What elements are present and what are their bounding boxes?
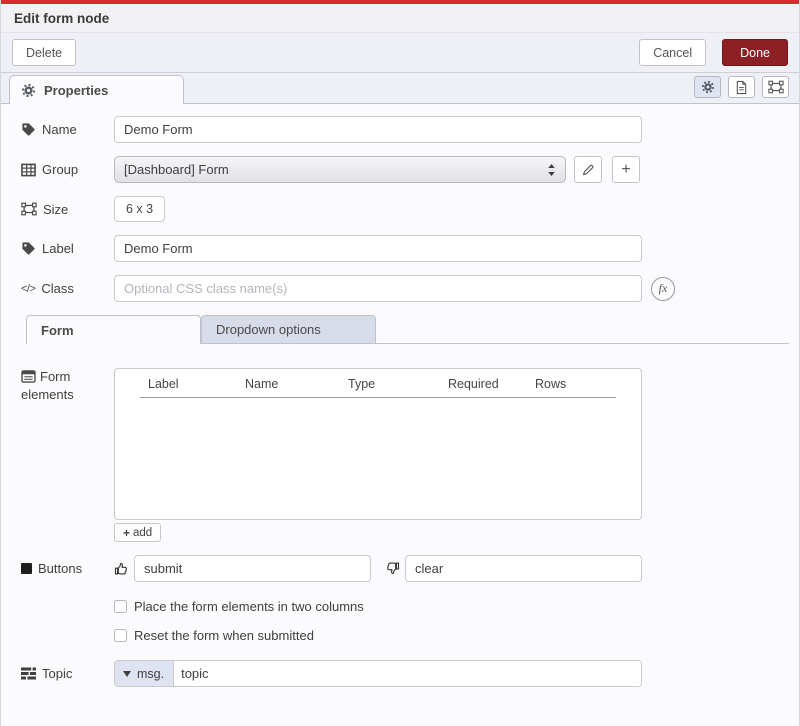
topic-type-button[interactable]: msg. bbox=[115, 661, 174, 686]
dialog-title: Edit form node bbox=[14, 11, 109, 26]
name-label: Name bbox=[21, 122, 114, 137]
form-elements-header: Label Name Type Required Rows bbox=[140, 369, 616, 398]
expand-editor-button[interactable]: fx bbox=[651, 277, 675, 301]
column-header-type: Type bbox=[348, 377, 448, 391]
tab-dropdown-options[interactable]: Dropdown options bbox=[201, 315, 376, 343]
class-label: </> Class bbox=[21, 281, 114, 296]
reset-form-checkbox-label: Reset the form when submitted bbox=[134, 628, 314, 643]
size-label-text: Size bbox=[43, 202, 68, 217]
plus-icon: + bbox=[621, 161, 630, 179]
class-label-text: Class bbox=[41, 281, 74, 296]
tag-icon bbox=[21, 122, 36, 137]
buttons-label-text: Buttons bbox=[38, 561, 82, 576]
thumbs-down-icon bbox=[385, 561, 401, 576]
group-label-text: Group bbox=[42, 162, 78, 177]
properties-panel: Name Group [Dashboard] Form bbox=[1, 104, 799, 687]
add-element-row: + add bbox=[1, 523, 799, 542]
pencil-icon bbox=[581, 163, 595, 177]
editor-view-switcher bbox=[694, 76, 789, 98]
add-element-button[interactable]: + add bbox=[114, 523, 161, 542]
form-elements-label: Form elements bbox=[21, 368, 114, 404]
two-columns-checkbox[interactable] bbox=[114, 600, 127, 613]
name-input[interactable] bbox=[114, 116, 642, 143]
topic-field-row: Topic msg. bbox=[1, 660, 799, 687]
group-label: Group bbox=[21, 162, 114, 177]
tag-icon bbox=[21, 241, 36, 256]
label-field-row: Label bbox=[1, 235, 799, 262]
topic-label: Topic bbox=[21, 666, 114, 681]
group-field-row: Group [Dashboard] Form + bbox=[1, 156, 799, 183]
tab-form[interactable]: Form bbox=[26, 315, 201, 344]
dialog-toolbar: Delete Cancel Done bbox=[1, 33, 799, 73]
clear-button-label-input[interactable] bbox=[405, 555, 642, 582]
edit-form-node-dialog: Edit form node Delete Cancel Done Proper… bbox=[0, 0, 800, 726]
tasks-icon bbox=[21, 667, 36, 680]
class-field-row: </> Class fx bbox=[1, 275, 799, 302]
column-header-name: Name bbox=[245, 377, 348, 391]
topic-input[interactable] bbox=[174, 661, 641, 686]
select-arrows-icon bbox=[547, 163, 556, 177]
description-view-button[interactable] bbox=[728, 76, 755, 98]
window-list-icon bbox=[21, 370, 36, 383]
delete-button[interactable]: Delete bbox=[12, 39, 76, 66]
reset-form-checkbox[interactable] bbox=[114, 629, 127, 642]
class-input[interactable] bbox=[114, 275, 642, 302]
add-group-button[interactable]: + bbox=[612, 156, 640, 183]
thumbs-up-icon bbox=[114, 561, 130, 576]
two-columns-checkbox-row[interactable]: Place the form elements in two columns bbox=[114, 599, 799, 614]
dialog-header: Edit form node bbox=[1, 4, 799, 33]
done-button[interactable]: Done bbox=[722, 39, 788, 66]
cancel-button[interactable]: Cancel bbox=[639, 39, 706, 66]
caret-down-icon bbox=[123, 671, 131, 677]
label-label-text: Label bbox=[42, 241, 74, 256]
properties-view-button[interactable] bbox=[694, 76, 721, 98]
label-label: Label bbox=[21, 241, 114, 256]
tab-properties[interactable]: Properties bbox=[9, 75, 184, 104]
group-select[interactable]: [Dashboard] Form bbox=[114, 156, 566, 183]
document-icon bbox=[735, 80, 748, 95]
size-label: Size bbox=[21, 202, 114, 217]
editor-tab-bar: Properties bbox=[1, 73, 799, 104]
topic-label-text: Topic bbox=[42, 666, 72, 681]
buttons-field-row: Buttons bbox=[1, 555, 799, 582]
plus-icon: + bbox=[123, 526, 130, 540]
square-icon bbox=[21, 563, 32, 574]
tab-dropdown-options-label: Dropdown options bbox=[216, 322, 321, 337]
form-elements-row: Form elements Label Name Type Required R… bbox=[1, 368, 799, 520]
tab-form-label: Form bbox=[41, 323, 74, 338]
two-columns-checkbox-label: Place the form elements in two columns bbox=[134, 599, 364, 614]
object-group-icon bbox=[768, 80, 784, 94]
column-header-required: Required bbox=[448, 377, 535, 391]
gear-icon bbox=[701, 80, 715, 94]
object-group-icon bbox=[21, 202, 37, 216]
toolbar-right-group: Cancel Done bbox=[639, 39, 788, 66]
form-tabs: Form Dropdown options bbox=[26, 315, 789, 344]
size-button[interactable]: 6 x 3 bbox=[114, 196, 165, 222]
reset-form-checkbox-row[interactable]: Reset the form when submitted bbox=[114, 628, 799, 643]
form-elements-list[interactable]: Label Name Type Required Rows bbox=[114, 368, 642, 520]
submit-button-label-input[interactable] bbox=[134, 555, 371, 582]
name-field-row: Name bbox=[1, 116, 799, 143]
edit-group-button[interactable] bbox=[574, 156, 602, 183]
table-icon bbox=[21, 163, 36, 177]
column-header-rows: Rows bbox=[535, 377, 566, 391]
group-select-value: [Dashboard] Form bbox=[124, 162, 229, 177]
name-label-text: Name bbox=[42, 122, 77, 137]
size-field-row: Size 6 x 3 bbox=[1, 196, 799, 222]
code-icon: </> bbox=[21, 283, 35, 295]
gear-icon bbox=[21, 83, 36, 98]
tab-properties-label: Properties bbox=[44, 83, 108, 98]
add-element-label: add bbox=[133, 527, 152, 539]
appearance-view-button[interactable] bbox=[762, 76, 789, 98]
column-header-label: Label bbox=[140, 377, 245, 391]
topic-prefix-label: msg. bbox=[137, 667, 164, 681]
topic-typed-input: msg. bbox=[114, 660, 642, 687]
label-input[interactable] bbox=[114, 235, 642, 262]
buttons-label: Buttons bbox=[21, 561, 114, 576]
